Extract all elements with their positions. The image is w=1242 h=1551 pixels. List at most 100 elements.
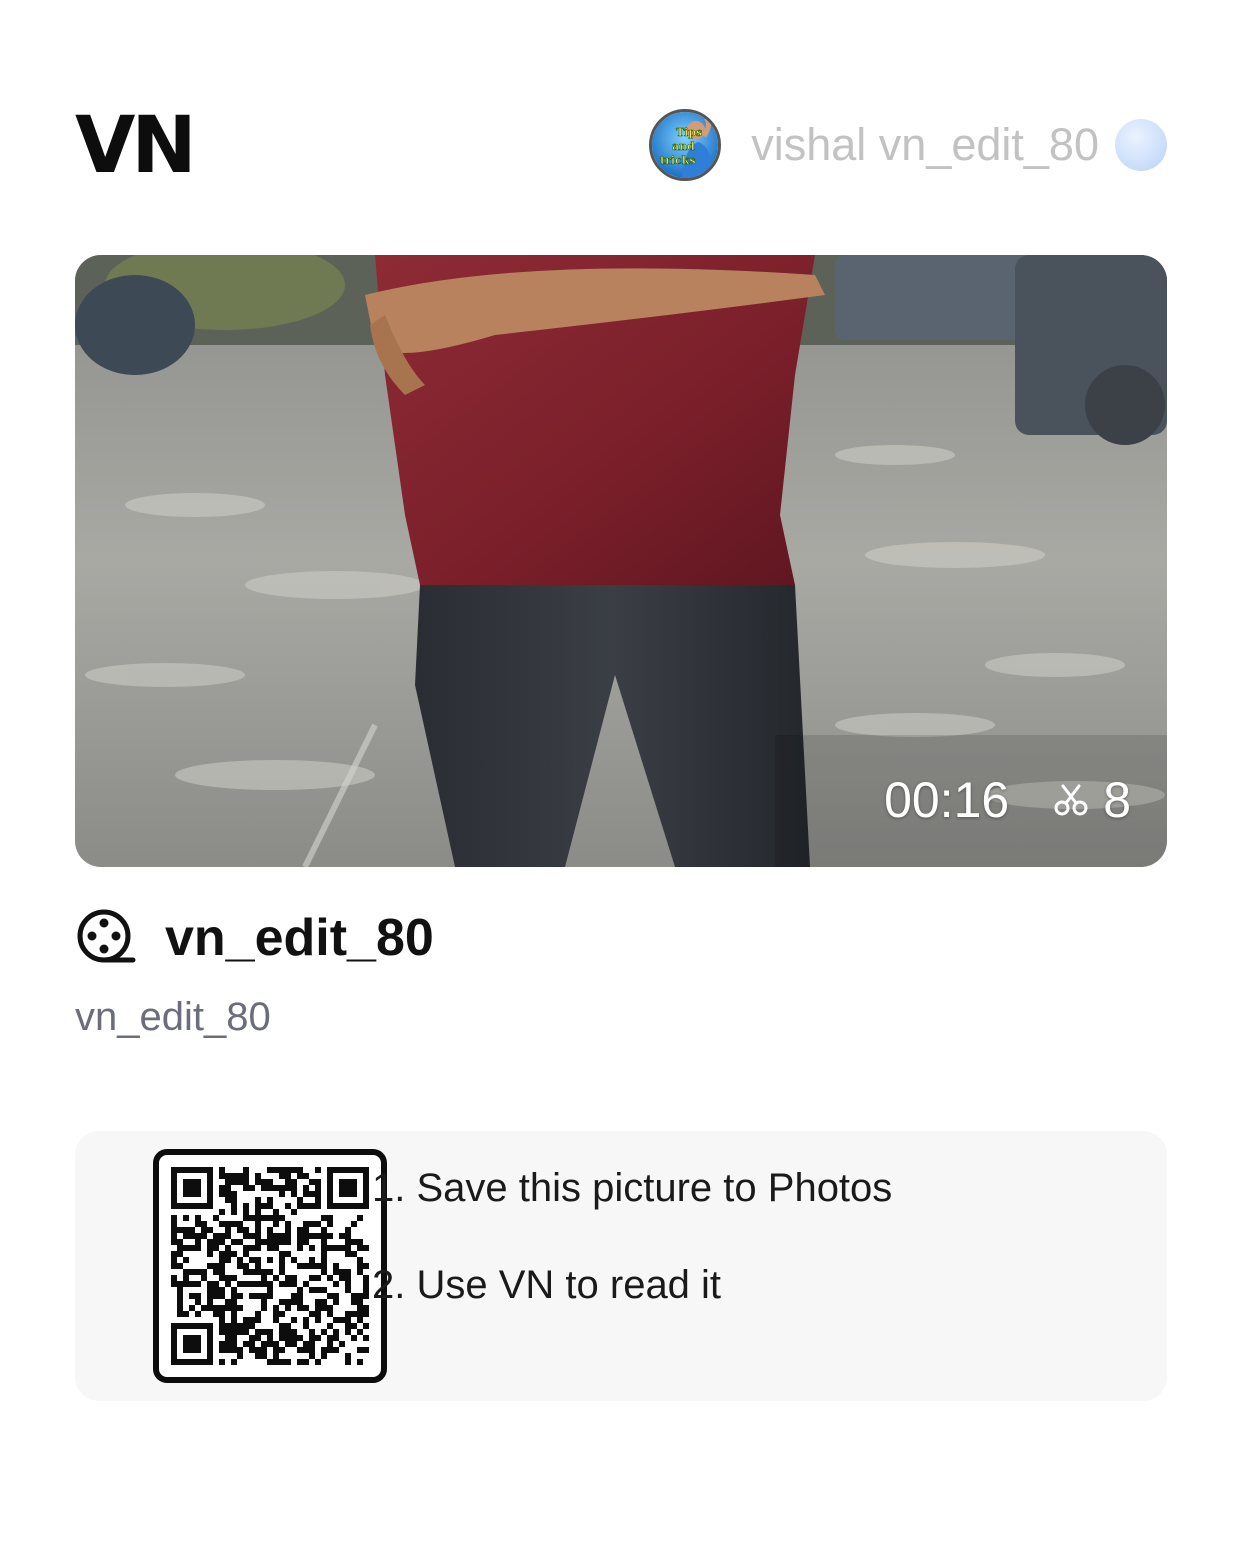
qr-module [171,1221,177,1227]
qr-module [189,1269,195,1275]
qr-module [285,1305,291,1311]
author-info[interactable]: Tips and tricks vishal vn_edit_80 [649,105,1167,185]
qr-module [255,1173,261,1179]
author-name[interactable]: vishal vn_edit_80 [751,119,1099,171]
qr-module [195,1347,201,1353]
qr-module [183,1269,189,1275]
qr-module [171,1185,177,1191]
qr-module [303,1341,309,1347]
qr-module [171,1335,177,1341]
qr-module [219,1275,225,1281]
qr-module [183,1347,189,1353]
qr-module [345,1275,351,1281]
qr-module [207,1347,213,1353]
instruction-step-2: 2. Use VN to read it [372,1263,722,1307]
qr-module [237,1173,243,1179]
qr-module [171,1173,177,1179]
qr-module [189,1167,195,1173]
qr-module [291,1299,297,1305]
header: VN Tips and tricks vishal vn_edit_80 [75,100,1167,192]
qr-module [339,1167,345,1173]
qr-module [303,1233,309,1239]
qr-module [333,1329,339,1335]
qr-module [207,1227,213,1233]
qr-module [351,1221,357,1227]
qr-module [357,1269,363,1275]
qr-module [345,1227,351,1233]
qr-module [231,1299,237,1305]
qr-module [207,1239,213,1245]
qr-module [195,1221,201,1227]
qr-module [333,1167,339,1173]
qr-module [321,1353,327,1359]
qr-module [345,1353,351,1359]
qr-module [177,1311,183,1317]
qr-module [285,1173,291,1179]
qr-module [207,1191,213,1197]
qr-module [285,1233,291,1239]
qr-module [315,1221,321,1227]
qr-module [255,1311,261,1317]
qr-code[interactable] [153,1149,387,1383]
qr-module [237,1323,243,1329]
qr-module [237,1221,243,1227]
qr-module [195,1203,201,1209]
qr-module [309,1191,315,1197]
qr-module [183,1245,189,1251]
qr-module [321,1305,327,1311]
project-title: vn_edit_80 [165,909,434,967]
qr-module [243,1245,249,1251]
qr-module [219,1359,225,1365]
qr-module [171,1215,177,1221]
qr-module [273,1311,279,1317]
qr-module [351,1239,357,1245]
author-avatar[interactable]: Tips and tricks [649,109,722,181]
qr-module [333,1245,339,1251]
video-preview[interactable]: 00:16 8 [75,255,1167,867]
qr-module [267,1281,273,1287]
qr-module [279,1329,285,1335]
qr-module [243,1251,249,1257]
qr-module [231,1239,237,1245]
qr-module [345,1311,351,1317]
qr-module [177,1287,183,1293]
qr-module [327,1347,333,1353]
qr-module [219,1263,225,1269]
avatar-text-1: Tips [676,126,702,139]
qr-module [357,1317,363,1323]
qr-module [183,1281,189,1287]
qr-module [309,1287,315,1293]
qr-module [285,1299,291,1305]
qr-module [333,1269,339,1275]
qr-module [225,1299,231,1305]
qr-module [219,1269,225,1275]
qr-module [171,1323,177,1329]
qr-module [225,1245,231,1251]
qr-module [171,1167,177,1173]
qr-module [357,1359,363,1365]
qr-module [363,1281,369,1287]
avatar-image: Tips and tricks [652,112,719,178]
qr-module [267,1233,273,1239]
qr-module [279,1263,285,1269]
qr-module [315,1317,321,1323]
qr-module [171,1227,177,1233]
qr-module [303,1317,309,1323]
qr-module [249,1185,255,1191]
qr-module [345,1167,351,1173]
qr-module [267,1359,273,1365]
qr-module [327,1293,333,1299]
qr-module [213,1311,219,1317]
qr-module [207,1245,213,1251]
qr-module [285,1221,291,1227]
instruction-step-1: 1. Save this picture to Photos [372,1166,893,1210]
qr-module [291,1179,297,1185]
qr-module [339,1179,345,1185]
qr-module [207,1263,213,1269]
qr-module [267,1215,273,1221]
qr-module [297,1305,303,1311]
qr-module [321,1299,327,1305]
qr-module [321,1215,327,1221]
qr-module [231,1203,237,1209]
qr-module [273,1359,279,1365]
